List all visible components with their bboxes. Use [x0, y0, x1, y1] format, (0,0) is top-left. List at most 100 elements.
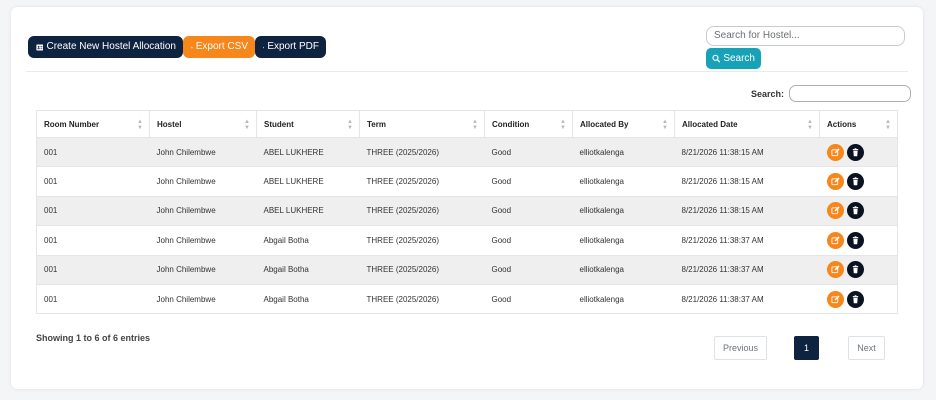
delete-button[interactable]: [846, 173, 864, 191]
cell-room-number: 001: [36, 255, 150, 285]
cell-student: Abgail Botha: [256, 225, 360, 256]
cell-term: THREE (2025/2026): [359, 225, 485, 256]
sort-icon: ▲ ▼: [472, 119, 478, 131]
cell-allocated-date: 8/21/2026 11:38:37 AM: [674, 284, 820, 315]
cell-actions: [819, 166, 898, 197]
delete-button[interactable]: [846, 231, 864, 249]
column-header-hostel[interactable]: Hostel ▲ ▼: [149, 110, 257, 138]
datatable-search-input[interactable]: [789, 85, 912, 102]
trash-icon: [852, 147, 858, 156]
cell-term: THREE (2025/2026): [359, 284, 485, 315]
toolbar: Create New Hostel Allocation Export CSV …: [28, 36, 326, 58]
table-row: 001 John Chilembwe ABEL LUKHERE THREE (2025…: [36, 166, 898, 197]
column-header-room-number[interactable]: Room Number ▲ ▼: [36, 110, 150, 138]
delete-button[interactable]: [846, 261, 864, 279]
previous-page-button[interactable]: Previous: [714, 336, 767, 360]
table-row: 001 John Chilembwe Abgail Botha THREE (2025…: [36, 225, 898, 256]
cell-allocated-by: elliotkalenga: [572, 196, 675, 227]
column-header-term[interactable]: Term ▲ ▼: [359, 110, 485, 138]
row-actions: [826, 290, 891, 308]
page-1-button[interactable]: 1: [794, 336, 819, 360]
cell-student: ABEL LUKHERE: [256, 137, 360, 168]
cell-actions: [819, 284, 898, 315]
search-icon: [712, 54, 721, 62]
column-header-actions[interactable]: Actions ▲ ▼: [819, 110, 898, 138]
cell-actions: [819, 225, 898, 256]
export-csv-label: Export CSV: [195, 41, 248, 52]
allocations-table: Room Number ▲ ▼ Hostel ▲ ▼ Student ▲ ▼ Term ▲ ▼ …: [36, 110, 898, 315]
trash-icon: [852, 294, 858, 303]
cell-room-number: 001: [36, 284, 150, 315]
delete-button[interactable]: [846, 290, 864, 308]
cell-student: ABEL LUKHERE: [256, 166, 360, 197]
cell-room-number: 001: [36, 166, 150, 197]
table-header-row: Room Number ▲ ▼ Hostel ▲ ▼ Student ▲ ▼ Term ▲ ▼ …: [36, 110, 898, 138]
sort-icon: ▲ ▼: [807, 119, 813, 131]
next-page-button[interactable]: Next: [848, 336, 885, 360]
file-icon: [263, 46, 265, 48]
cell-actions: [819, 255, 898, 285]
sort-icon: ▲ ▼: [662, 119, 668, 131]
edit-button[interactable]: [826, 290, 844, 308]
export-csv-button[interactable]: Export CSV: [183, 36, 255, 58]
hostel-search-input[interactable]: [706, 25, 905, 46]
column-header-allocated-by[interactable]: Allocated By ▲ ▼: [572, 110, 675, 138]
edit-icon: [830, 177, 840, 186]
row-actions: [826, 261, 891, 279]
delete-button[interactable]: [846, 202, 864, 220]
content-card: Create New Hostel Allocation Export CSV …: [11, 7, 923, 389]
create-allocation-button[interactable]: Create New Hostel Allocation: [28, 36, 183, 58]
entries-info: Showing 1 to 6 of 6 entries: [36, 333, 151, 343]
cell-room-number: 001: [36, 196, 150, 227]
datatable-search: Search:: [751, 85, 912, 102]
trash-icon: [852, 236, 858, 245]
cell-allocated-date: 8/21/2026 11:38:37 AM: [674, 255, 820, 285]
column-header-student[interactable]: Student ▲ ▼: [256, 110, 360, 138]
cell-student: ABEL LUKHERE: [256, 196, 360, 227]
edit-button[interactable]: [826, 231, 844, 249]
edit-icon: [830, 148, 840, 156]
create-allocation-label: Create New Hostel Allocation: [46, 41, 176, 52]
cell-allocated-by: elliotkalenga: [572, 166, 675, 197]
cell-allocated-by: elliotkalenga: [572, 225, 675, 256]
cell-term: THREE (2025/2026): [359, 255, 485, 285]
table-row: 001 John Chilembwe ABEL LUKHERE THREE (2025…: [36, 196, 898, 227]
search-button-label: Search: [723, 52, 755, 64]
export-pdf-label: Export PDF: [267, 41, 319, 52]
id-card-icon: [36, 44, 44, 50]
column-header-condition[interactable]: Condition ▲ ▼: [484, 110, 573, 138]
cell-hostel: John Chilembwe: [149, 284, 257, 315]
divider: [26, 71, 908, 72]
cell-allocated-date: 8/21/2026 11:38:15 AM: [674, 196, 820, 227]
row-actions: [826, 202, 891, 220]
cell-allocated-date: 8/21/2026 11:38:37 AM: [674, 225, 820, 256]
row-actions: [826, 173, 891, 191]
edit-button[interactable]: [826, 143, 844, 161]
cell-condition: Good: [484, 225, 573, 256]
cell-condition: Good: [484, 196, 573, 227]
column-header-allocated-date[interactable]: Allocated Date ▲ ▼: [674, 110, 820, 138]
cell-room-number: 001: [36, 225, 150, 256]
export-pdf-button[interactable]: Export PDF: [255, 36, 326, 58]
trash-icon: [852, 265, 858, 274]
delete-button[interactable]: [846, 143, 864, 161]
edit-button[interactable]: [826, 202, 844, 220]
table-row: 001 John Chilembwe Abgail Botha THREE (2025…: [36, 284, 898, 315]
sort-icon: ▲ ▼: [885, 119, 891, 131]
cell-term: THREE (2025/2026): [359, 137, 485, 168]
edit-icon: [830, 236, 840, 244]
cell-actions: [819, 137, 898, 168]
edit-button[interactable]: [826, 261, 844, 279]
cell-term: THREE (2025/2026): [359, 196, 485, 227]
cell-hostel: John Chilembwe: [149, 196, 257, 227]
edit-button[interactable]: [826, 173, 844, 191]
cell-student: Abgail Botha: [256, 284, 360, 315]
cell-hostel: John Chilembwe: [149, 255, 257, 285]
datatable-search-label: Search:: [751, 88, 785, 99]
search-button[interactable]: Search: [706, 47, 761, 69]
sort-icon: ▲ ▼: [347, 119, 353, 131]
cell-student: Abgail Botha: [256, 255, 360, 285]
cell-allocated-date: 8/21/2026 11:38:15 AM: [674, 166, 820, 197]
cell-allocated-date: 8/21/2026 11:38:15 AM: [674, 137, 820, 168]
edit-icon: [830, 206, 840, 215]
